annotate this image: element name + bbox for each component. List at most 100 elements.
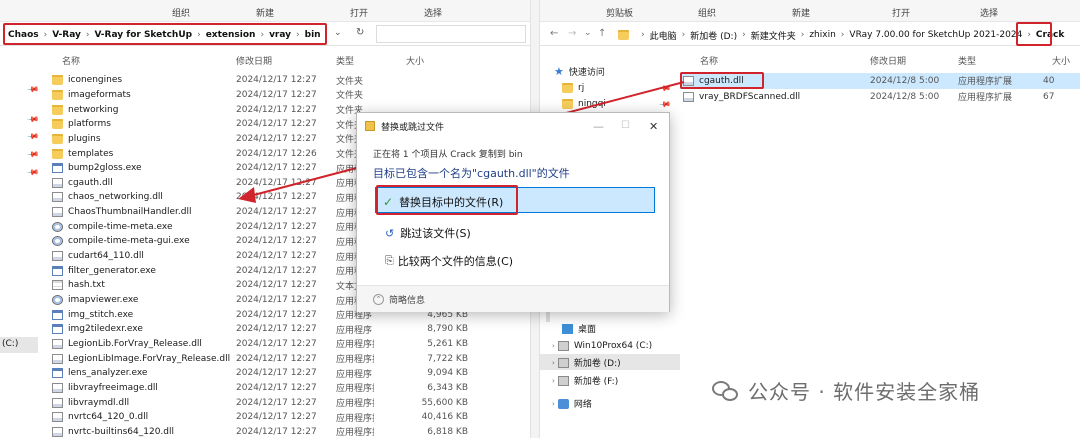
nav-drive-d[interactable]: › 新加卷 (D:) [552,355,621,370]
ribbon-organize[interactable]: 组织 [172,6,190,19]
expand-chevron-icon[interactable]: › [552,359,555,367]
col-header-size[interactable]: 大小 [1052,54,1070,67]
file-type: 应用程序 [336,325,373,336]
file-name: libvraymdl.dll [68,397,130,408]
file-row-vray-brdf[interactable]: vray_BRDFScanned.dll 2024/12/8 5:00 应用程序… [683,89,1054,104]
back-arrow-icon[interactable]: ← [550,28,558,39]
file-date: 2024/12/17 12:27 [236,177,317,188]
nav-network[interactable]: › 网络 [552,396,592,411]
replace-or-skip-dialog: 替换或跳过文件 — ☐ ✕ 正在将 1 个项目从 Crack 复制到 bin 目… [356,112,670,312]
pin-icon[interactable]: 📌 [658,82,671,95]
nav-desktop[interactable]: 桌面 [562,321,596,336]
ribbon-open[interactable]: 打开 [892,6,910,19]
file-size: 5,261 KB [427,338,468,349]
nav-drive-c[interactable]: (C:) [0,337,38,353]
file-date: 2024/12/17 12:27 [236,119,317,130]
ribbon-open[interactable]: 打开 [350,6,368,19]
col-header-size[interactable]: 大小 [406,54,424,67]
file-row[interactable]: nvrtc-builtins64_120.dll 2024/12/17 12:27… [52,425,522,438]
crumb-drive-d[interactable]: 新加卷 (D:) [690,29,737,42]
refresh-icon[interactable]: ↻ [356,27,364,38]
pin-icon[interactable]: 📌 [26,113,39,126]
nav-folder-ningqi[interactable]: ningqi [562,96,606,111]
file-row[interactable]: libvraymdl.dll 2024/12/17 12:27 应用程序扩展 55,6… [52,395,522,410]
file-row[interactable]: nvrtc64_120_0.dll 2024/12/17 12:27 应用程序扩展 4… [52,410,522,425]
compare-files-label: 比较两个文件的信息(C) [397,255,514,268]
nav-folder-rj[interactable]: rj [562,80,584,95]
nav-drive-f[interactable]: › 新加卷 (F:) [552,373,618,388]
folder-icon [562,82,573,93]
expand-chevron-icon[interactable]: › [552,377,555,385]
pin-icon[interactable]: 📌 [26,83,39,96]
crumb-vray-package[interactable]: VRay 7.00.00 for SketchUp 2021-2024 [849,30,1022,40]
file-date: 2024/12/17 12:27 [236,309,317,320]
skip-file-option[interactable]: ↺ 跳过该文件(S) [373,225,471,241]
file-name: bump2gloss.exe [68,163,142,174]
file-name: img2tiledexr.exe [68,324,143,335]
file-date: 2024/12/17 12:27 [236,236,317,247]
crumb-this-pc[interactable]: 此电脑 [650,29,677,42]
file-row[interactable]: lens_analyzer.exe 2024/12/17 12:27 应用程序 9,0… [52,366,522,381]
exe-file-icon [52,309,63,320]
file-date: 2024/12/17 12:27 [236,412,317,423]
ribbon-organize[interactable]: 组织 [698,6,716,19]
ribbon-new[interactable]: 新建 [792,6,810,19]
details-toggle[interactable]: ⌃ 简略信息 [373,293,425,306]
close-icon[interactable]: ✕ [649,120,658,133]
file-row[interactable]: LegionLib.ForVray_Release.dll 2024/12/17 … [52,337,522,352]
maximize-icon[interactable]: ☐ [621,120,630,131]
file-date: 2024/12/17 12:27 [236,353,317,364]
dll-file-icon [52,338,63,349]
left-search-input[interactable] [376,25,526,43]
file-name: LegionLibImage.ForVray_Release.dll [68,353,231,364]
compare-files-option[interactable]: ⎘ 比较两个文件的信息(C) [373,253,513,269]
ribbon-select[interactable]: 选择 [980,6,998,19]
ribbon-new[interactable]: 新建 [256,6,274,19]
up-arrow-icon[interactable]: ↑ [598,28,606,39]
folder-file-icon [52,89,63,100]
col-header-type[interactable]: 类型 [336,54,354,67]
right-ribbon: 剪贴板 组织 新建 打开 选择 [540,0,1080,22]
dll-file-icon [52,177,63,188]
file-row[interactable]: LegionLibImage.ForVray_Release.dll 2024/1… [52,351,522,366]
left-ribbon: 组织 新建 打开 选择 [0,0,530,22]
file-type: 应用程序扩展 [336,413,374,424]
history-dropdown-icon[interactable]: ⌄ [584,28,592,38]
crumb-zhixin[interactable]: zhixin [809,30,835,40]
file-date: 2024/12/8 5:00 [870,91,940,102]
ribbon-select[interactable]: 选择 [424,6,442,19]
file-date: 2024/12/17 12:26 [236,148,317,159]
ribbon-clipboard[interactable]: 剪贴板 [606,6,633,19]
pin-icon[interactable]: 📌 [658,98,671,111]
expand-chevron-icon[interactable]: › [552,342,555,350]
col-header-name[interactable]: 名称 [62,54,80,67]
forward-arrow-icon[interactable]: → [568,28,576,39]
minimize-icon[interactable]: — [593,120,604,133]
file-name: cgauth.dll [68,177,113,188]
col-header-name[interactable]: 名称 [700,54,718,67]
pin-icon[interactable]: 📌 [26,166,39,179]
file-size: 6,818 KB [427,426,468,437]
file-size: 7,722 KB [427,353,468,364]
file-row[interactable]: iconengines 2024/12/17 12:27 文件夹 [52,73,522,88]
pin-icon[interactable]: 📌 [26,130,39,143]
file-date: 2024/12/17 12:27 [236,221,317,232]
address-dropdown-icon[interactable]: ⌄ [334,28,342,38]
col-header-date[interactable]: 修改日期 [870,54,906,67]
col-header-date[interactable]: 修改日期 [236,54,272,67]
expand-chevron-icon[interactable]: › [552,400,555,408]
dialog-title: 替换或跳过文件 [381,123,445,133]
crumb-new-folder[interactable]: 新建文件夹 [751,29,796,42]
file-row[interactable]: imageformats 2024/12/17 12:27 文件夹 [52,88,522,103]
file-row[interactable]: libvrayfreeimage.dll 2024/12/17 12:27 应用程序… [52,381,522,396]
file-row[interactable]: img2tiledexr.exe 2024/12/17 12:27 应用程序 8,79… [52,322,522,337]
skip-icon: ↺ [385,226,395,240]
nav-drive-c[interactable]: › Win10Prox64 (C:) [552,338,652,353]
col-header-type[interactable]: 类型 [958,54,976,67]
right-breadcrumb[interactable]: › 此电脑 › 新加卷 (D:) › 新建文件夹 › zhixin › VRay 7.0… [636,27,1064,43]
dialog-titlebar[interactable]: 替换或跳过文件 — ☐ ✕ [357,113,669,141]
network-icon [557,398,569,409]
nav-quick-access[interactable]: ★ 快速访问 [554,64,605,79]
pin-icon[interactable]: 📌 [26,148,39,161]
dll-file-icon [52,397,63,408]
